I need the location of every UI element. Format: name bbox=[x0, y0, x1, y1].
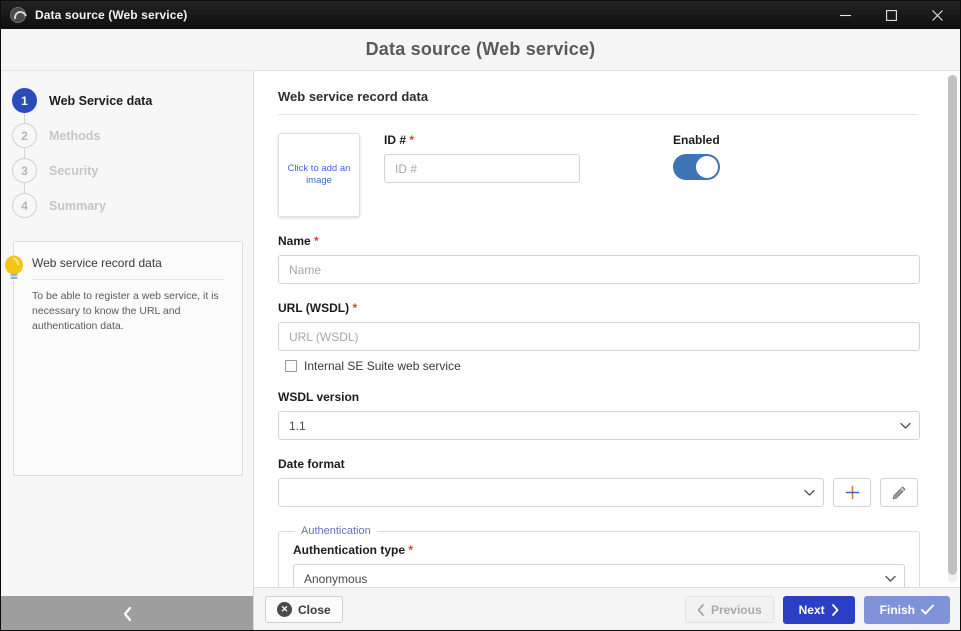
url-input[interactable] bbox=[278, 322, 920, 351]
chevron-left-icon bbox=[697, 603, 704, 616]
internal-service-checkbox-row[interactable]: Internal SE Suite web service bbox=[278, 359, 934, 373]
step-number-3: 3 bbox=[12, 158, 37, 183]
step-label-4: Summary bbox=[49, 198, 106, 213]
authentication-type-label-text: Authentication type bbox=[293, 543, 406, 557]
wsdl-version-label: WSDL version bbox=[278, 390, 360, 404]
step-label-1: Web Service data bbox=[49, 93, 153, 108]
wsdl-version-group: WSDL version 1.1 bbox=[278, 390, 934, 440]
image-upload-placeholder[interactable]: Click to add an image bbox=[278, 133, 360, 217]
date-format-row bbox=[278, 478, 934, 507]
se-suite-icon bbox=[10, 7, 26, 23]
sidebar-collapse-button[interactable] bbox=[1, 596, 253, 630]
close-button[interactable] bbox=[914, 1, 960, 29]
footer-actions: Previous Next Finish bbox=[684, 595, 950, 624]
sidebar-step-methods[interactable]: 2 Methods bbox=[1, 118, 253, 153]
add-date-format-button[interactable] bbox=[833, 478, 871, 507]
name-input[interactable] bbox=[278, 255, 920, 284]
minimize-button[interactable] bbox=[822, 1, 868, 29]
tip-card: Web service record data To be able to re… bbox=[13, 241, 243, 476]
authentication-type-required-marker: * bbox=[408, 543, 414, 557]
check-icon bbox=[921, 604, 934, 614]
main-panel: Web service record data Click to add an … bbox=[254, 71, 960, 630]
dialog-body: 1 Web Service data 2 Methods 3 Security … bbox=[1, 71, 960, 630]
url-field-group: URL (WSDL) * Internal SE Suite web servi… bbox=[278, 301, 934, 373]
name-required-marker: * bbox=[314, 234, 319, 248]
close-button[interactable]: ✕ Close bbox=[265, 596, 343, 623]
wizard-steps: 1 Web Service data 2 Methods 3 Security … bbox=[1, 71, 253, 223]
id-required-marker: * bbox=[409, 133, 415, 147]
lightbulb-icon bbox=[5, 255, 23, 279]
url-label-text: URL (WSDL) bbox=[278, 301, 350, 315]
next-button[interactable]: Next bbox=[782, 595, 855, 624]
tip-panel: Web service record data To be able to re… bbox=[5, 241, 243, 476]
authentication-type-select[interactable]: Anonymous bbox=[293, 564, 905, 587]
sidebar-step-security[interactable]: 3 Security bbox=[1, 153, 253, 188]
wsdl-version-select[interactable]: 1.1 bbox=[278, 411, 920, 440]
title-bar: Data source (Web service) bbox=[1, 1, 960, 29]
authentication-legend: Authentication bbox=[301, 525, 371, 537]
maximize-button[interactable] bbox=[868, 1, 914, 29]
step-label-3: Security bbox=[49, 163, 99, 178]
enabled-label: Enabled bbox=[673, 133, 720, 147]
window-title: Data source (Web service) bbox=[35, 8, 188, 22]
url-label: URL (WSDL) * bbox=[278, 301, 934, 315]
url-required-marker: * bbox=[352, 301, 358, 315]
step-number-1: 1 bbox=[12, 88, 37, 113]
previous-button[interactable]: Previous bbox=[684, 596, 774, 623]
sidebar-step-web-service-data[interactable]: 1 Web Service data bbox=[1, 83, 253, 118]
id-label: ID # * bbox=[384, 133, 580, 147]
finish-button[interactable]: Finish bbox=[863, 595, 950, 624]
date-format-group: Date format bbox=[278, 457, 934, 507]
tip-text: To be able to register a web service, it… bbox=[32, 290, 219, 333]
tip-title: Web service record data bbox=[32, 256, 224, 280]
authentication-type-label: Authentication type * bbox=[293, 543, 905, 557]
close-button-label: Close bbox=[298, 602, 331, 617]
authentication-type-select-wrap: Anonymous bbox=[293, 564, 905, 587]
enabled-toggle[interactable] bbox=[673, 154, 720, 180]
wsdl-version-select-wrap: 1.1 bbox=[278, 411, 920, 440]
dialog-footer: ✕ Close Previous Next Finish bbox=[254, 587, 960, 630]
dialog-header: Data source (Web service) bbox=[1, 29, 960, 71]
id-field-group: ID # * bbox=[384, 133, 580, 217]
wizard-sidebar: 1 Web Service data 2 Methods 3 Security … bbox=[1, 71, 254, 630]
date-format-select-wrap bbox=[278, 478, 824, 507]
name-label-text: Name bbox=[278, 234, 311, 248]
section-title: Web service record data bbox=[278, 89, 918, 115]
window-controls bbox=[822, 1, 960, 29]
edit-date-format-button[interactable] bbox=[880, 478, 918, 507]
sidebar-step-summary[interactable]: 4 Summary bbox=[1, 188, 253, 223]
plus-icon bbox=[845, 485, 859, 500]
form-scroll-area: Web service record data Click to add an … bbox=[254, 71, 960, 587]
image-upload-label: Click to add an image bbox=[287, 162, 351, 186]
next-button-label: Next bbox=[798, 602, 825, 617]
page-title: Data source (Web service) bbox=[365, 39, 596, 59]
internal-service-checkbox[interactable] bbox=[285, 360, 297, 372]
vertical-scrollbar[interactable] bbox=[948, 75, 957, 583]
dialog-window: Data source (Web service) Data source (W… bbox=[0, 0, 961, 631]
chevron-left-icon bbox=[123, 606, 131, 621]
chevron-right-icon bbox=[831, 603, 839, 616]
identity-row: Click to add an image ID # * Enabled bbox=[278, 133, 934, 217]
finish-button-label: Finish bbox=[879, 602, 915, 617]
date-format-label: Date format bbox=[278, 457, 345, 471]
enabled-toggle-knob bbox=[696, 156, 718, 178]
scrollbar-thumb[interactable] bbox=[948, 75, 957, 575]
id-input[interactable] bbox=[384, 154, 580, 183]
date-format-select[interactable] bbox=[278, 478, 824, 507]
name-field-group: Name * bbox=[278, 234, 934, 284]
id-label-text: ID # bbox=[384, 133, 407, 147]
name-label: Name * bbox=[278, 234, 934, 248]
close-circle-icon: ✕ bbox=[277, 602, 292, 617]
step-label-2: Methods bbox=[49, 128, 101, 143]
enabled-field-group: Enabled bbox=[673, 133, 720, 217]
pencil-icon bbox=[892, 486, 906, 499]
authentication-fieldset: Authentication Authentication type * Ano… bbox=[278, 525, 920, 587]
internal-service-label: Internal SE Suite web service bbox=[304, 359, 461, 373]
step-number-4: 4 bbox=[12, 193, 37, 218]
previous-button-label: Previous bbox=[710, 602, 762, 617]
step-number-2: 2 bbox=[12, 123, 37, 148]
